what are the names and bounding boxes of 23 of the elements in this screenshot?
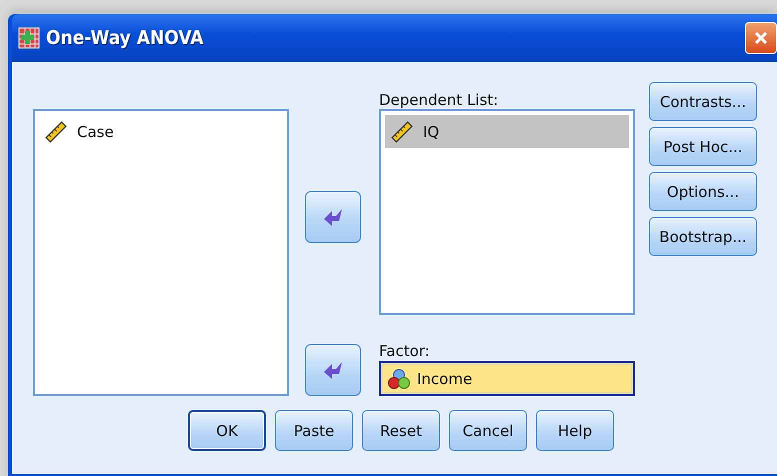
dialog-button[interactable]: Help xyxy=(536,410,614,451)
variable-item[interactable]: Case xyxy=(39,115,283,148)
arrow-icon xyxy=(322,360,344,380)
table-icon xyxy=(18,27,40,49)
move-button[interactable] xyxy=(305,191,361,243)
circles-icon xyxy=(387,368,411,390)
move-button[interactable] xyxy=(305,344,361,396)
dialog-button[interactable]: Reset xyxy=(362,410,440,451)
factor-label: Factor: xyxy=(379,342,431,360)
arrow-icon xyxy=(322,207,344,227)
dialog-button[interactable]: Cancel xyxy=(449,410,527,451)
variable-item[interactable]: IQ xyxy=(385,115,629,148)
dialog-button[interactable]: OK xyxy=(188,410,266,451)
dialog-button[interactable]: Post Hoc... xyxy=(649,127,757,166)
close-button[interactable] xyxy=(745,22,777,54)
dialog-button[interactable]: Options... xyxy=(649,172,757,211)
close-icon xyxy=(753,30,769,46)
dependent-list-label: Dependent List: xyxy=(379,91,500,109)
window-title: One-Way ANOVA xyxy=(46,27,204,49)
dialog-button[interactable]: Contrasts... xyxy=(649,82,757,121)
dialog-button[interactable]: Bootstrap... xyxy=(649,217,757,256)
dialog-button[interactable]: Paste xyxy=(275,410,353,451)
factor-field[interactable]: Income xyxy=(379,361,635,396)
